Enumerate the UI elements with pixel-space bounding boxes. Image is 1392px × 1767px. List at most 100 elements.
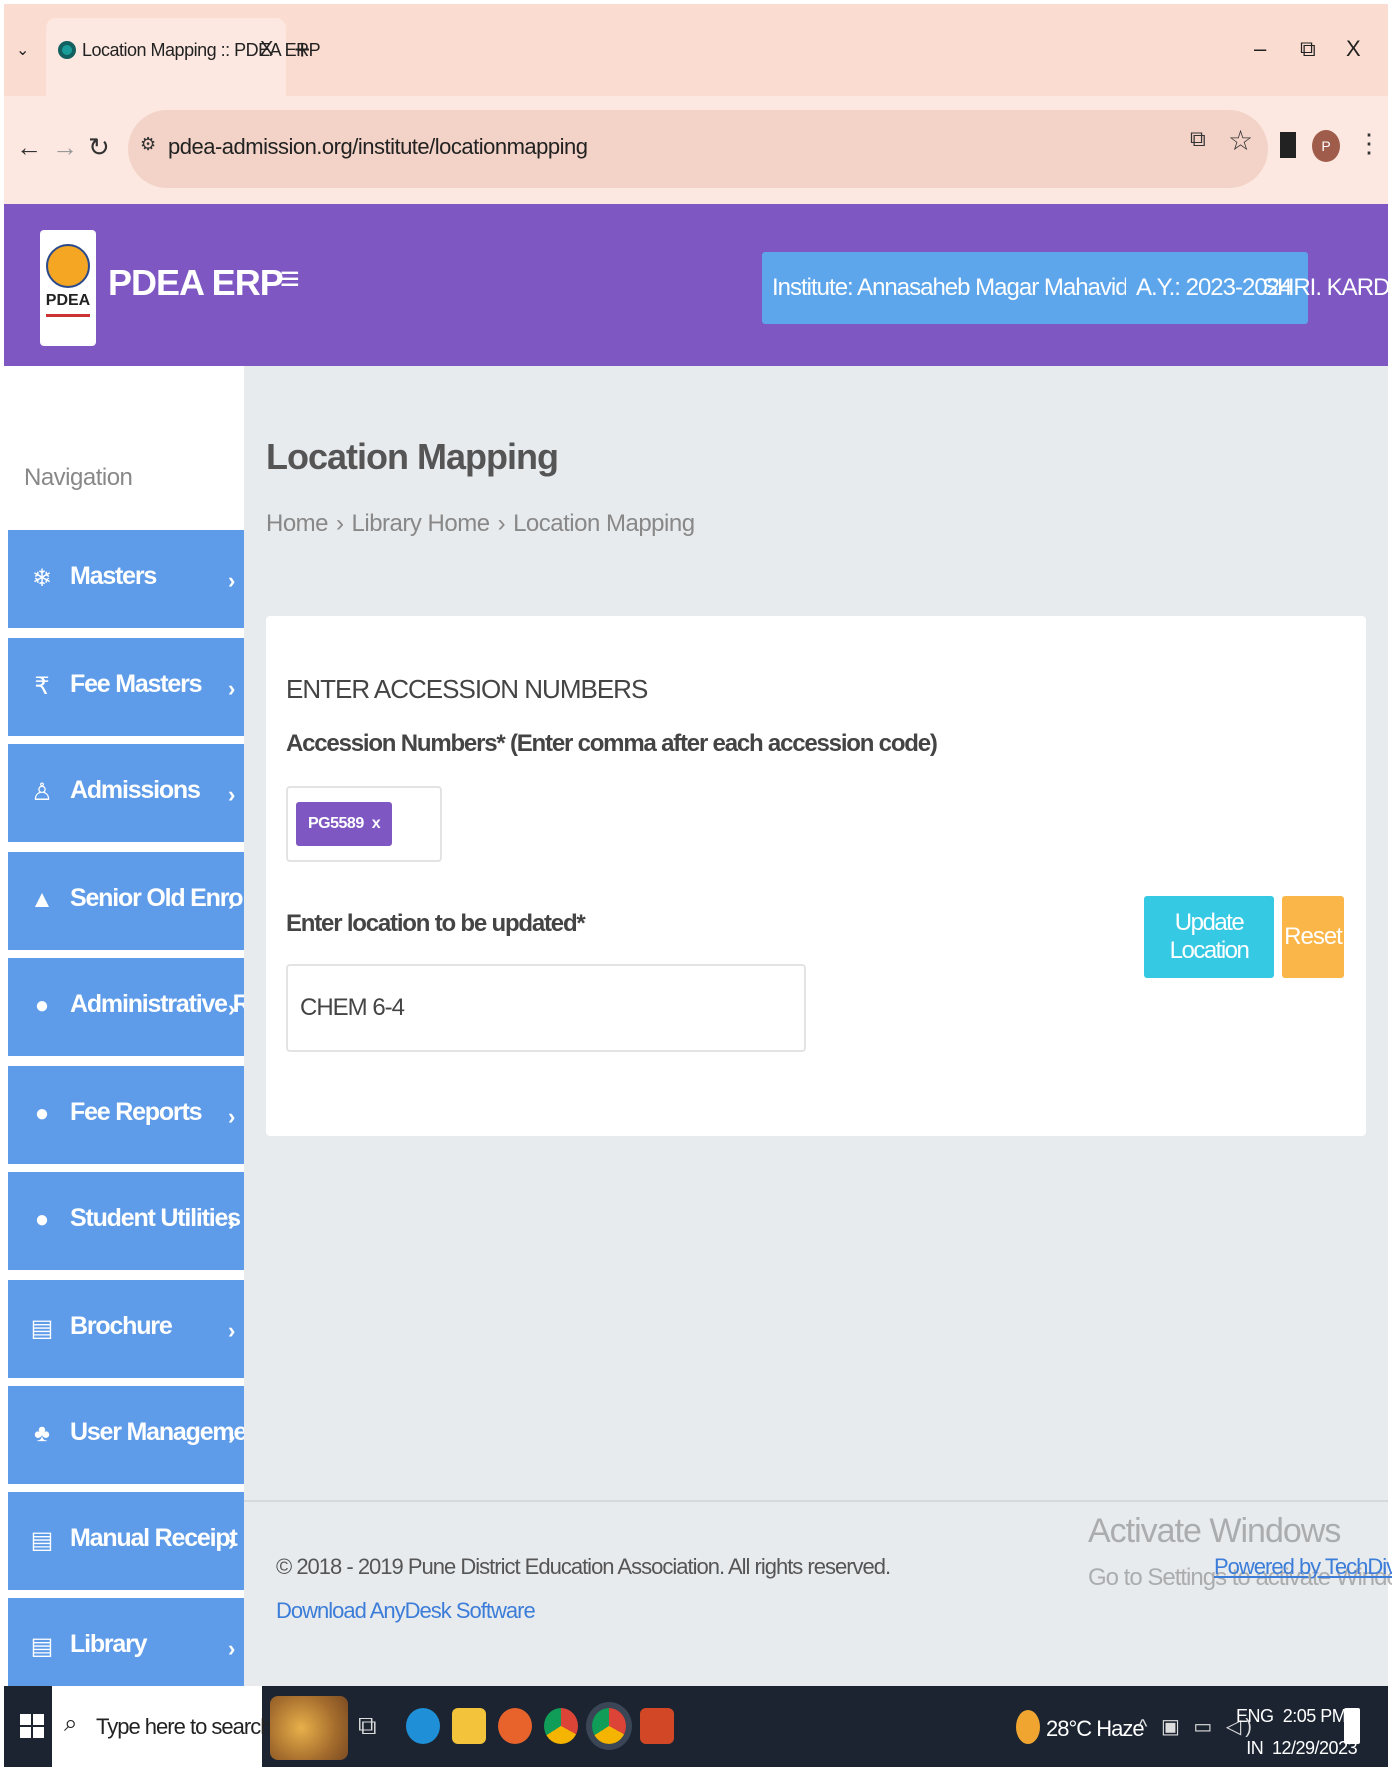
sidebar-item-manual-receipt[interactable]: ▤ Manual Receipt › — [8, 1492, 246, 1590]
tab-title: Location Mapping :: PDEA ERP — [82, 40, 321, 60]
region-code: IN — [1246, 1738, 1264, 1758]
chevron-right-icon: › — [228, 1424, 236, 1449]
chevron-right-icon: › — [228, 1210, 236, 1235]
breadcrumb-library-home[interactable]: Library Home — [352, 510, 491, 537]
powered-by-link[interactable]: Powered by TechDivinity — [1214, 1554, 1392, 1580]
bookmark-star-icon[interactable]: ☆ — [1228, 124, 1253, 157]
app-header: PDEA PDEA ERP ≡ Institute: Annasaheb Mag… — [4, 204, 1392, 366]
location-input[interactable] — [286, 964, 806, 1052]
activate-windows-title: Activate Windows — [1088, 1512, 1341, 1550]
card-heading: ENTER ACCESSION NUMBERS — [286, 674, 648, 704]
chevron-right-icon: › — [228, 1104, 236, 1129]
sidebar-item-senior-old-enrollment[interactable]: ▲ Senior Old Enrollment › — [8, 852, 310, 950]
browser-tab-bar: ⌄ Location Mapping :: PDEA ERP X + – ⧉ X — [4, 4, 1388, 100]
sidebar-item-brochure[interactable]: ▤ Brochure › — [8, 1280, 246, 1378]
close-window-button[interactable]: X — [1346, 36, 1361, 62]
notification-icon[interactable] — [1344, 1708, 1360, 1744]
copyright-text: © 2018 - 2019 Pune District Education As… — [276, 1554, 891, 1579]
sidebar-item-admissions[interactable]: ♙ Admissions › — [8, 744, 246, 842]
windows-start-icon[interactable] — [20, 1714, 44, 1738]
chevron-right-icon: › — [228, 996, 236, 1021]
location-mapping-card: ENTER ACCESSION NUMBERS Accession Number… — [266, 616, 1366, 1136]
sidebar-heading: Navigation — [24, 464, 133, 491]
sidebar-item-label: Brochure — [70, 1312, 173, 1340]
sidebar-item-fee-masters[interactable]: ₹ Fee Masters › — [8, 638, 246, 736]
update-location-button[interactable]: Update Location — [1144, 896, 1274, 978]
users-icon: ♣ — [34, 1420, 50, 1447]
sidebar-item-masters[interactable]: ❄ Masters › — [8, 530, 246, 628]
browser-menu-icon[interactable]: ⋮ — [1356, 128, 1382, 159]
side-panel-icon[interactable] — [1280, 132, 1296, 158]
logo-stripe — [46, 314, 90, 317]
restore-button[interactable]: ⧉ — [1300, 36, 1316, 62]
accession-tags-input[interactable]: PG5589 x — [286, 786, 442, 862]
rupee-icon: ₹ — [34, 673, 50, 700]
sidebar-item-label: Manual Receipt — [70, 1524, 238, 1552]
sidebar-item-label: Fee Masters — [70, 670, 203, 698]
new-tab-button[interactable]: + — [294, 34, 310, 66]
firefox-icon[interactable] — [498, 1708, 532, 1744]
translate-icon[interactable]: ⧉ — [1190, 126, 1206, 152]
page-title: Location Mapping — [266, 436, 559, 477]
breadcrumb-separator-icon: › — [336, 510, 344, 537]
snowflake-icon: ❄ — [31, 565, 53, 592]
chrome-active-icon[interactable] — [592, 1708, 626, 1744]
user-add-icon: ♙ — [31, 779, 53, 806]
chevron-right-icon: › — [228, 782, 236, 807]
back-arrow-icon[interactable]: ← — [16, 132, 42, 163]
profile-avatar[interactable]: P — [1312, 130, 1340, 162]
minimize-button[interactable]: – — [1254, 36, 1266, 62]
user-name[interactable]: SHRI. KARDAK D — [1262, 274, 1392, 302]
sidebar-item-label: Fee Reports — [70, 1098, 202, 1126]
task-view-icon[interactable]: ⧉ — [358, 1710, 377, 1742]
sidebar-item-label: User Management — [70, 1418, 269, 1446]
sidebar-item-fee-reports[interactable]: ● Fee Reports › — [8, 1066, 246, 1164]
tab-list-chevron-icon[interactable]: ⌄ — [16, 40, 29, 60]
address-bar[interactable]: ⚙ pdea-admission.org/institute/locationm… — [128, 110, 1268, 188]
weather-icon[interactable] — [1016, 1710, 1040, 1744]
site-info-icon[interactable]: ⚙ — [140, 134, 156, 155]
pdea-logo: PDEA — [40, 230, 96, 346]
taskbar-search-placeholder: Type here to search — [96, 1714, 272, 1739]
reload-icon[interactable]: ↻ — [88, 132, 110, 163]
chevron-right-icon: › — [228, 1318, 236, 1343]
chevron-right-icon: › — [228, 1636, 236, 1661]
sidebar: Navigation ❄ Masters › ₹ Fee Masters › ♙… — [4, 366, 320, 1686]
chevron-right-icon: › — [228, 890, 236, 915]
breadcrumb-home[interactable]: Home — [266, 510, 329, 537]
sidebar-item-label: Student Utilities — [70, 1204, 241, 1232]
url-text[interactable]: pdea-admission.org/institute/locationmap… — [168, 134, 588, 160]
chevron-right-icon: › — [228, 1530, 236, 1555]
weather-text[interactable]: 28°C Haze — [1046, 1716, 1145, 1742]
sidebar-item-student-utilities[interactable]: ● Student Utilities › — [8, 1172, 246, 1270]
alert-icon: ● — [34, 1206, 50, 1233]
main-content: Location Mapping Home › Library Home › Locat… — [244, 366, 1392, 1686]
breadcrumb-current: Location Mapping — [513, 510, 695, 537]
location-label: Enter location to be updated* — [286, 910, 586, 937]
taskbar-search-box[interactable]: ⌕ Type here to search — [52, 1686, 272, 1767]
tab-close-button[interactable]: X — [260, 38, 273, 61]
widgets-icon[interactable] — [270, 1696, 348, 1760]
tag-remove-button[interactable]: x — [372, 815, 381, 832]
sidebar-item-user-management[interactable]: ♣ User Management › — [8, 1386, 269, 1484]
forward-arrow-icon[interactable]: → — [52, 132, 78, 163]
file-explorer-icon[interactable] — [452, 1708, 486, 1744]
sidebar-item-library[interactable]: ▤ Library › — [8, 1598, 246, 1686]
alert-icon: ● — [34, 1100, 50, 1127]
sidebar-item-label: Admissions — [70, 776, 201, 804]
anydesk-download-link[interactable]: Download AnyDesk Software — [276, 1598, 536, 1624]
reset-button[interactable]: Reset — [1282, 896, 1344, 978]
sidebar-item-administrative-reports[interactable]: ● Administrative Reports › — [8, 958, 320, 1056]
hamburger-menu-icon[interactable]: ≡ — [280, 260, 300, 299]
accession-tag: PG5589 x — [296, 802, 393, 846]
chrome-icon[interactable] — [544, 1708, 578, 1744]
input-language[interactable]: ENG IN — [1236, 1700, 1274, 1764]
brand-title[interactable]: PDEA ERP — [108, 262, 284, 304]
edge-icon[interactable] — [406, 1708, 440, 1744]
windows-taskbar: ⌕ Type here to search ⧉ 28°C Haze ^ ▣ ▭ … — [4, 1686, 1388, 1767]
chevron-right-icon: › — [228, 568, 236, 593]
powerpoint-icon[interactable] — [640, 1708, 674, 1744]
browser-tab[interactable]: Location Mapping :: PDEA ERP X — [46, 18, 321, 100]
accession-tag-value: PG5589 — [308, 815, 364, 832]
book-icon: ▤ — [30, 1315, 54, 1342]
